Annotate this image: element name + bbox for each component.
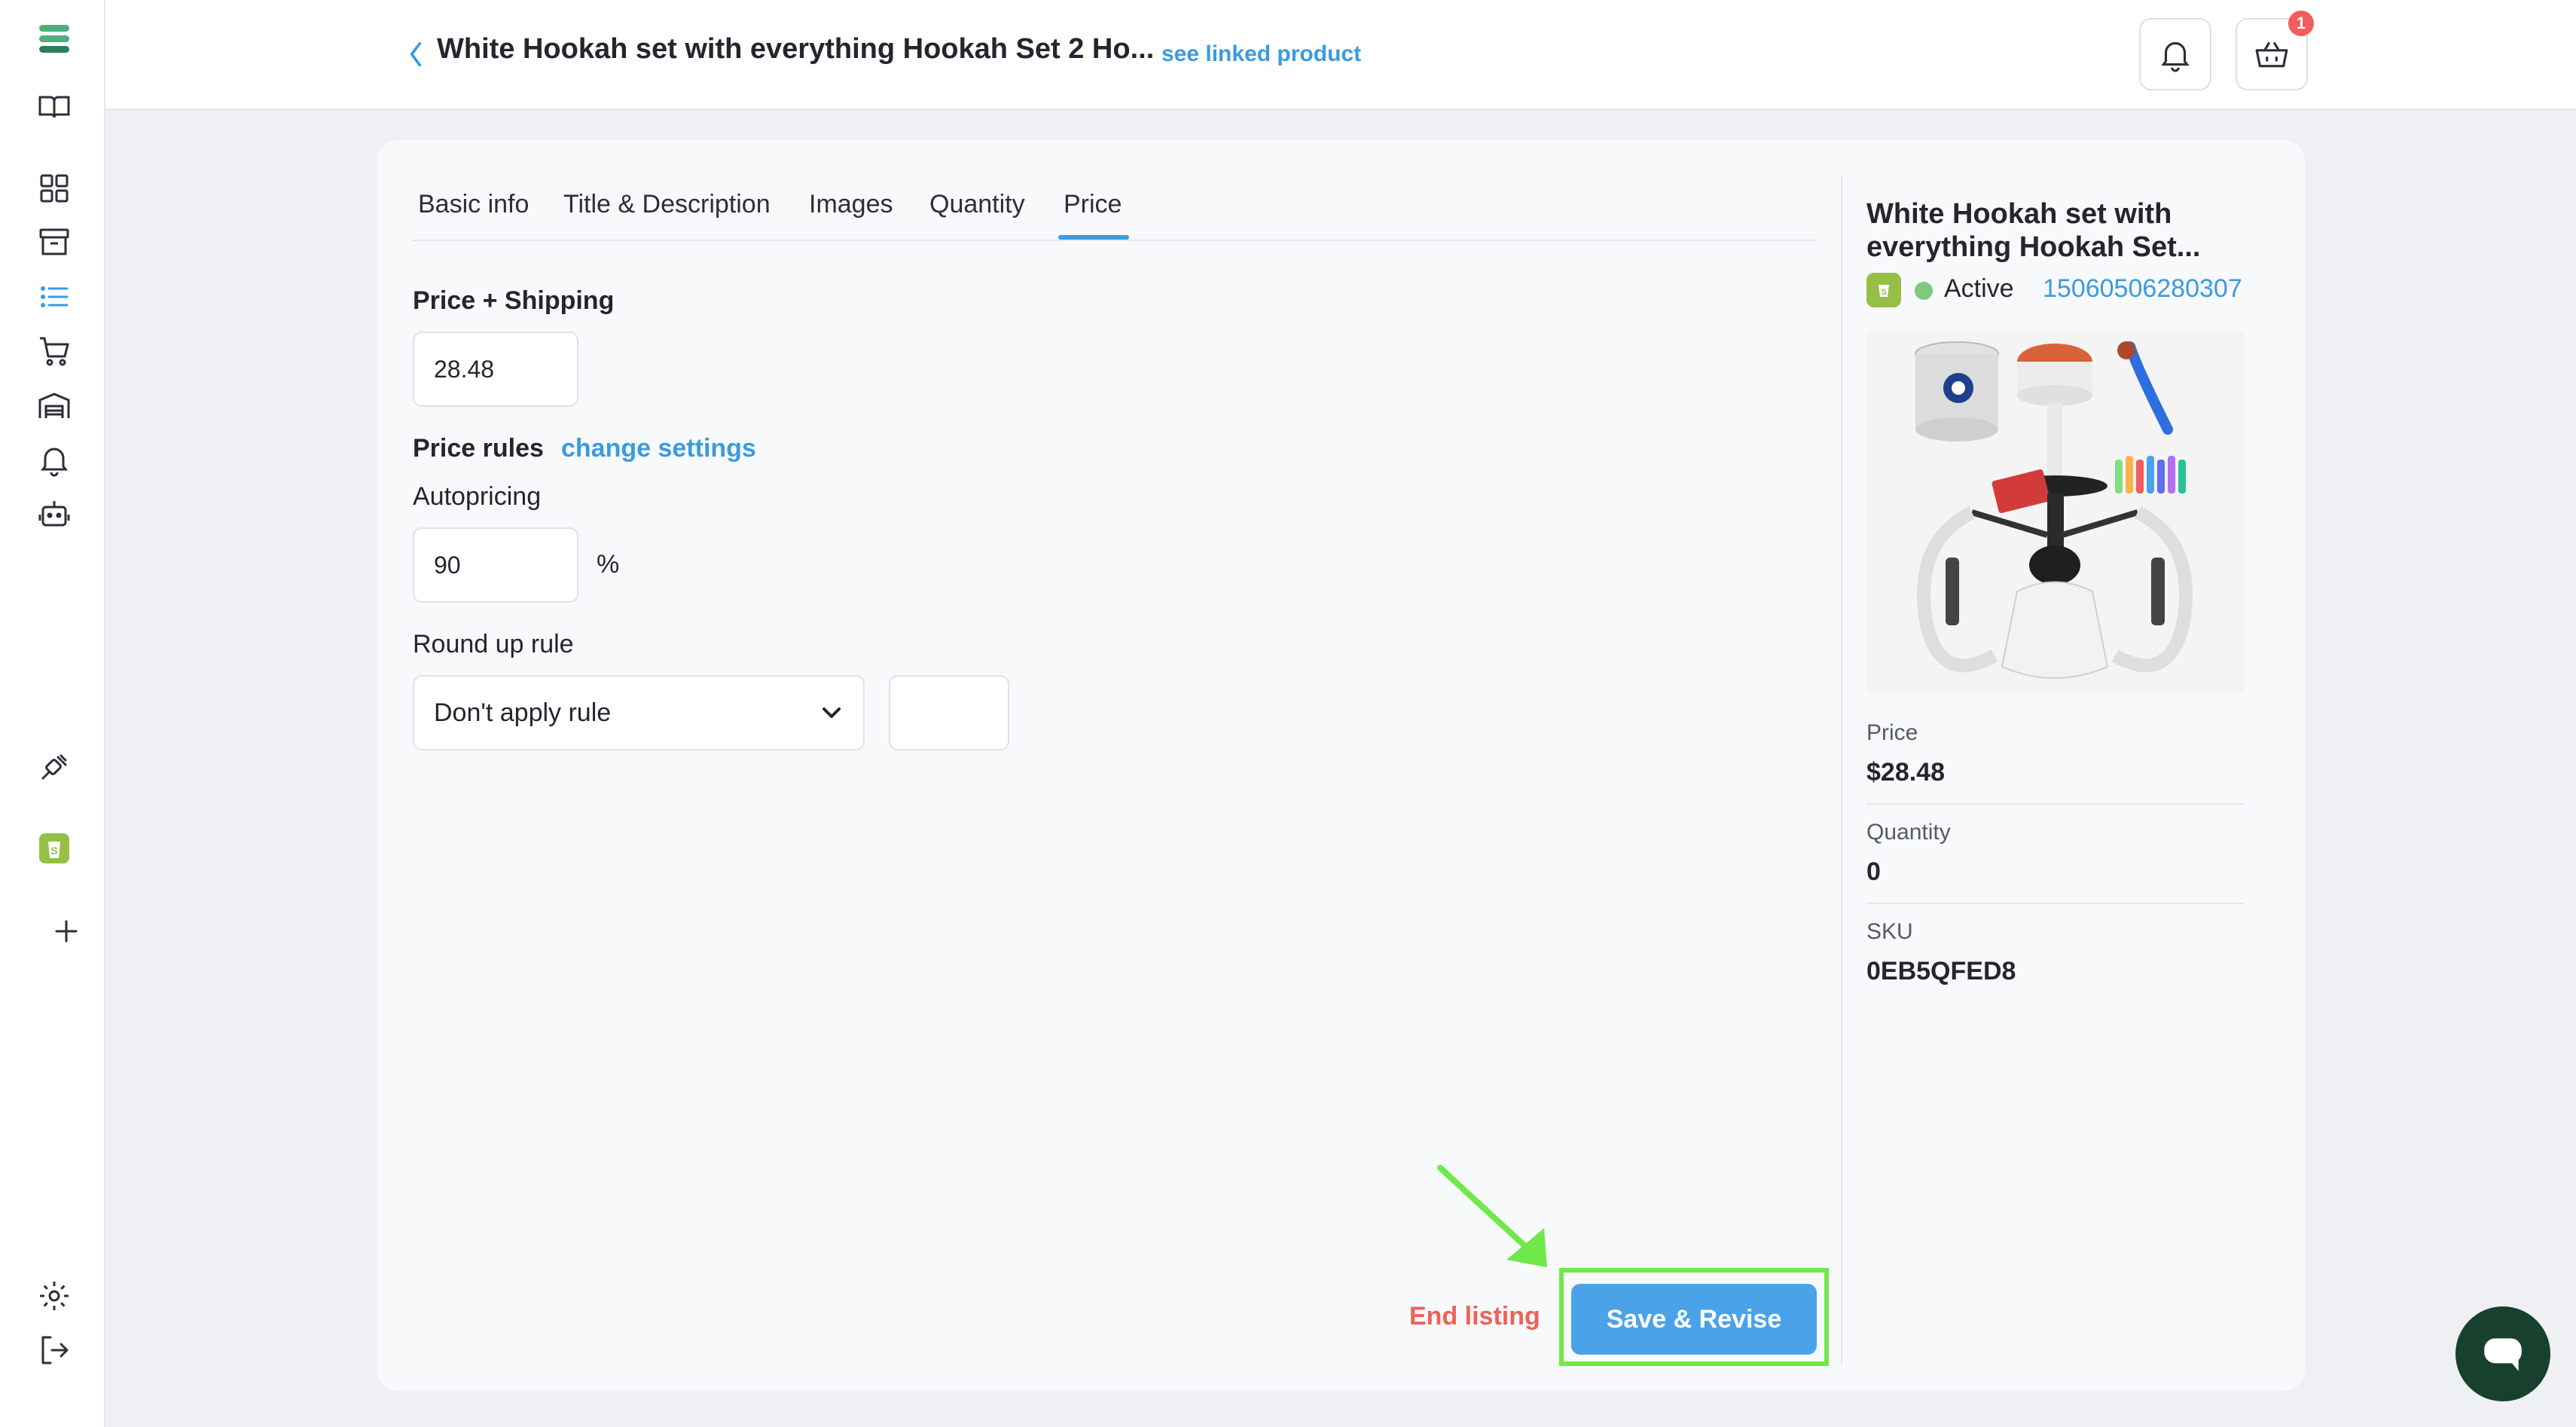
robot-icon[interactable] [33, 493, 75, 535]
product-title: White Hookah set with everything Hookah … [1866, 198, 2201, 263]
dashboard-icon[interactable] [33, 167, 75, 209]
gear-icon[interactable] [33, 1275, 75, 1317]
svg-text:S: S [1881, 288, 1886, 297]
meta-divider [1866, 803, 2245, 805]
sku-meta-value: 0EB5QFED8 [1866, 957, 2016, 985]
listings-icon[interactable] [33, 276, 75, 318]
panel-divider [1841, 175, 1842, 1365]
price-shipping-label: Price + Shipping [413, 286, 615, 315]
product-id-link[interactable]: 15060506280307 [2043, 274, 2242, 304]
logout-icon[interactable] [33, 1329, 75, 1371]
warehouse-icon[interactable] [33, 384, 75, 426]
shopify-icon: S [1866, 273, 1901, 307]
product-image [1866, 332, 2245, 693]
chevron-down-icon [823, 707, 841, 718]
tab-basic-info[interactable]: Basic info [418, 190, 529, 219]
status-text: Active [1944, 274, 2014, 303]
book-icon[interactable] [33, 86, 75, 128]
chevron-left-icon [410, 41, 422, 67]
shopify-icon[interactable]: S [33, 827, 75, 869]
plug-icon[interactable] [33, 746, 75, 788]
price-meta-label: Price [1866, 720, 1918, 745]
round-up-rule-select[interactable]: Don't apply rule [413, 675, 865, 750]
tab-title-description[interactable]: Title & Description [563, 190, 771, 219]
page-title: White Hookah set with everything Hookah … [437, 33, 1155, 65]
see-linked-product-link[interactable]: see linked product [1161, 41, 1361, 67]
basket-icon [2255, 41, 2288, 68]
price-rules-label: Price rules [413, 434, 544, 463]
round-up-rule-selected: Don't apply rule [434, 698, 612, 727]
back-button[interactable] [399, 35, 432, 74]
round-up-rule-label: Round up rule [413, 630, 574, 658]
active-tab-indicator [1058, 235, 1129, 240]
chat-icon [2484, 1338, 2522, 1371]
arrow-annotation-icon [1437, 1165, 1547, 1267]
round-up-value-input[interactable] [889, 675, 1009, 750]
tab-quantity[interactable]: Quantity [929, 190, 1025, 219]
sidebar: S [0, 0, 105, 1427]
edit-listing-card [377, 140, 2305, 1391]
save-revise-button[interactable]: Save & Revise [1571, 1284, 1817, 1355]
sku-meta-label: SKU [1866, 919, 1913, 944]
percent-label: % [597, 550, 620, 579]
change-settings-link[interactable]: change settings [561, 434, 756, 463]
notifications-button[interactable] [2139, 18, 2211, 90]
plus-icon[interactable] [45, 910, 87, 952]
archive-icon[interactable] [33, 222, 75, 264]
svg-text:S: S [50, 845, 57, 857]
cart-icon[interactable] [33, 330, 75, 372]
tab-price[interactable]: Price [1064, 190, 1122, 219]
end-listing-button[interactable]: End listing [1409, 1302, 1540, 1331]
bell-icon[interactable] [33, 438, 75, 481]
chat-button[interactable] [2455, 1306, 2550, 1401]
tab-images[interactable]: Images [809, 190, 893, 219]
quantity-meta-value: 0 [1866, 857, 1881, 886]
autopricing-label: Autopricing [413, 482, 542, 511]
bell-icon [2161, 41, 2190, 72]
price-meta-value: $28.48 [1866, 758, 1945, 787]
quantity-meta-label: Quantity [1866, 820, 1951, 845]
status-dot [1915, 282, 1933, 300]
meta-divider [1866, 903, 2245, 904]
cart-count-badge: 1 [2288, 11, 2314, 36]
logo-icon[interactable] [33, 18, 75, 60]
autopricing-input[interactable] [413, 527, 578, 603]
price-shipping-input[interactable] [413, 332, 578, 407]
